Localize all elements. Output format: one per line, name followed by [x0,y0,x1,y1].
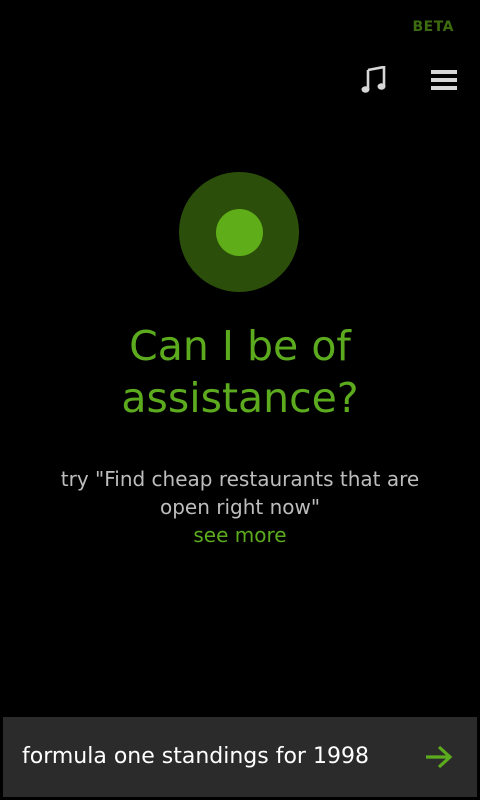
arrow-right-icon [426,745,453,769]
submit-query-button[interactable] [423,741,455,773]
assistant-orb-core [216,209,263,256]
see-more-link[interactable]: see more [140,521,340,549]
assistant-orb-icon[interactable] [179,172,299,292]
hamburger-menu-icon [431,70,457,90]
music-note-icon [361,66,386,93]
query-bar[interactable]: formula one standings for 1998 [3,717,477,797]
assistant-screen: BETA Can I be of assistance? try "Find c… [0,0,480,800]
beta-badge: BETA [412,19,454,35]
suggestion-hint: try "Find cheap restaurants that are ope… [60,467,420,519]
music-button[interactable] [358,64,390,96]
query-input[interactable]: formula one standings for 1998 [22,717,369,797]
menu-button[interactable] [428,64,460,96]
assistant-greeting: Can I be of assistance? [121,322,359,422]
